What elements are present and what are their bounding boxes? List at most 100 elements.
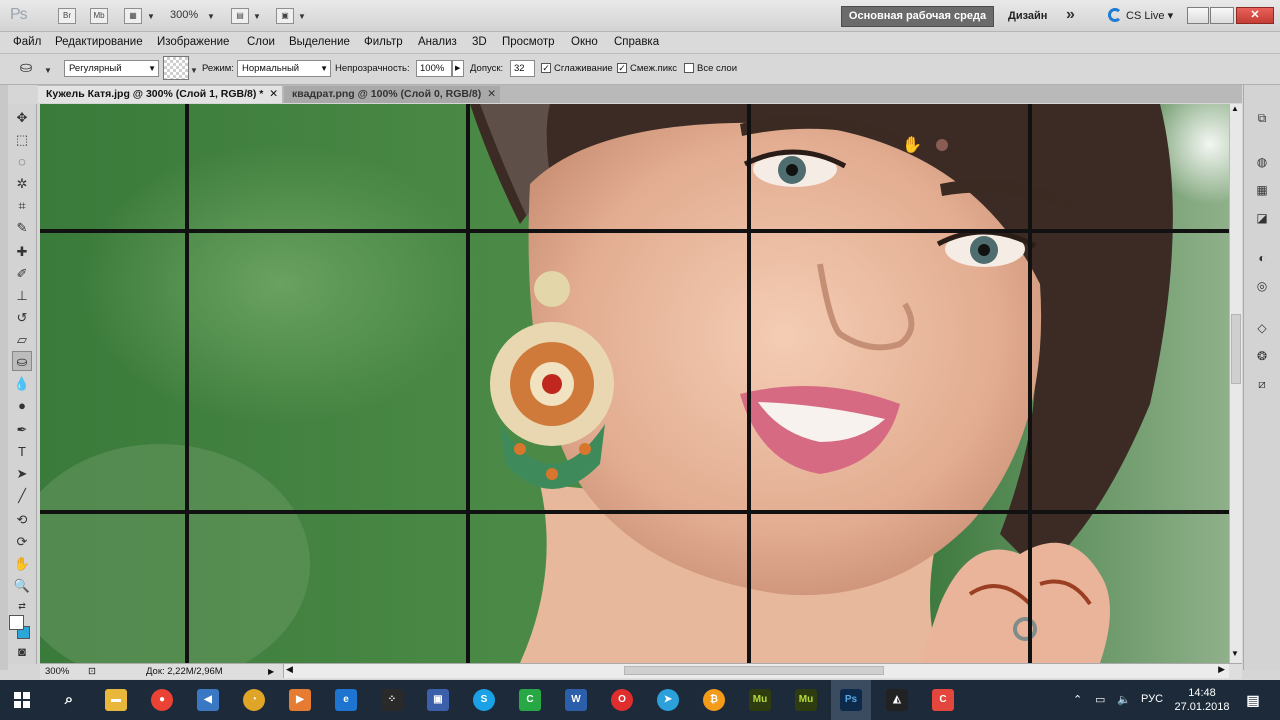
menu-view[interactable]: Просмотр [502,36,555,48]
word-icon[interactable]: W [565,689,587,711]
app-icon-audio[interactable]: ◀ [197,689,219,711]
menu-edit[interactable]: Редактирование [55,36,143,48]
maximize-button[interactable] [1210,7,1234,24]
windows-start-icon[interactable] [14,692,30,708]
menu-window[interactable]: Окно [571,36,598,48]
app-icon-green[interactable]: C [519,689,541,711]
menu-help[interactable]: Справка [614,36,659,48]
pattern-swatch[interactable] [163,56,189,80]
tab-document-active[interactable]: Кужель Катя.jpg @ 300% (Слой 1, RGB/8) *… [38,86,282,103]
muse-icon-2[interactable]: Mu [795,689,817,711]
screen-mode-icon[interactable]: ▣ [276,8,294,24]
mode-select[interactable]: Нормальный ▼ [237,60,331,77]
app-icon-dots[interactable]: ⁘ [381,689,403,711]
bitcoin-icon[interactable]: ₿ [703,689,725,711]
chevron-down-icon[interactable]: ▼ [190,66,198,75]
file-explorer-icon[interactable]: ▬ [105,689,127,711]
eyedropper-tool-icon[interactable]: ✎ [12,218,32,238]
healing-brush-tool-icon[interactable]: ✚ [12,242,32,262]
menu-image[interactable]: Изображение [157,36,229,48]
status-menu-arrow-icon[interactable]: ▶ [268,667,274,676]
opera-icon[interactable]: O [611,689,633,711]
chevron-down-icon[interactable]: ▼ [207,12,215,21]
chevron-down-icon[interactable]: ▼ [147,12,155,21]
zoom-level[interactable]: 300% [170,9,198,21]
workspace-essentials-button[interactable]: Основная рабочая среда [841,6,994,27]
notifications-icon[interactable]: ▤ [1242,689,1264,711]
crop-tool-icon[interactable]: ⌗ [12,196,32,216]
menu-analysis[interactable]: Анализ [418,36,457,48]
vertical-scrollbar[interactable]: ▲ ▼ [1229,104,1242,663]
paths-panel-icon[interactable]: ⧄ [1253,375,1271,393]
chevron-down-icon[interactable]: ▼ [253,12,261,21]
marquee-tool-icon[interactable]: ⬚ [12,130,32,150]
clock[interactable]: 14:48 27.01.2018 [1174,686,1230,714]
swatches-panel-icon[interactable]: ▦ [1253,181,1271,199]
scroll-left-icon[interactable]: ◀ [286,664,293,675]
minimize-button[interactable] [1187,7,1209,24]
media-player-icon[interactable]: ▶ [289,689,311,711]
lasso-tool-icon[interactable]: ◌ [12,152,32,172]
adjustments-panel-icon[interactable]: ◐ [1253,249,1271,267]
extras-view-icon[interactable]: ▦ [124,8,142,24]
color-panel-icon[interactable]: ◍ [1253,153,1271,171]
cs-live-menu[interactable]: CS Live ▾ [1108,9,1173,22]
chevron-down-icon[interactable]: ▼ [44,66,52,75]
channels-panel-icon[interactable]: ❂ [1253,347,1271,365]
horizontal-scrollbar[interactable]: ◀ ▶ [283,664,1229,678]
chevron-down-icon[interactable]: ▼ [298,12,306,21]
close-tab-icon[interactable]: ✕ [269,86,278,102]
history-panel-icon[interactable]: ⧉ [1253,109,1271,127]
menu-3d[interactable]: 3D [472,36,487,48]
app-icon-pacman[interactable]: ◔ [243,689,265,711]
bridge-button[interactable]: Br [58,8,76,24]
blur-tool-icon[interactable]: 💧 [12,374,32,394]
scroll-up-icon[interactable]: ▲ [1231,104,1239,113]
app-icon-red[interactable]: C [932,689,954,711]
menu-select[interactable]: Выделение [289,36,350,48]
quick-select-tool-icon[interactable]: ✲ [12,174,32,194]
vertical-scroll-thumb[interactable] [1231,314,1241,384]
clone-stamp-tool-icon[interactable]: ⊥ [12,286,32,306]
dodge-tool-icon[interactable]: ● [12,396,32,416]
scroll-right-icon[interactable]: ▶ [1218,664,1225,675]
chrome-icon[interactable]: ● [151,689,173,711]
fill-source-select[interactable]: Регулярный ▼ [64,60,159,77]
close-tab-icon[interactable]: ✕ [487,86,496,102]
search-icon[interactable]: ⌕ [58,689,80,711]
styles-panel-icon[interactable]: ◪ [1253,209,1271,227]
3d-rotate-tool-icon[interactable]: ⟲ [12,510,32,530]
foreground-color-swatch[interactable] [9,615,24,630]
horizontal-scroll-thumb[interactable] [624,666,884,675]
swap-colors-icon[interactable]: ⇄ [12,596,32,616]
hand-tool-icon[interactable]: ✋ [12,554,32,574]
zoom-tool-icon[interactable]: 🔍 [12,576,32,596]
battery-icon[interactable]: ▭ [1095,693,1105,706]
eraser-tool-icon[interactable]: ▱ [12,330,32,350]
photos-icon[interactable]: ◭ [886,689,908,711]
opacity-input[interactable]: 100% [416,60,452,77]
3d-orbit-tool-icon[interactable]: ⟳ [12,532,32,552]
more-workspaces-icon[interactable]: » [1066,6,1075,24]
app-icon-window[interactable]: ▣ [427,689,449,711]
paint-bucket-tool-icon[interactable]: ⛀ [12,351,32,371]
antialias-checkbox[interactable]: ✓ [541,63,551,73]
menu-filter[interactable]: Фильтр [364,36,403,48]
quick-mask-icon[interactable]: ◙ [12,642,32,662]
masks-panel-icon[interactable]: ◎ [1253,277,1271,295]
muse-icon[interactable]: Mu [749,689,771,711]
all-layers-checkbox[interactable] [684,63,694,73]
contiguous-checkbox[interactable]: ✓ [617,63,627,73]
pen-tool-icon[interactable]: ✒ [12,420,32,440]
path-selection-tool-icon[interactable]: ➤ [12,464,32,484]
scroll-down-icon[interactable]: ▼ [1231,649,1239,658]
type-tool-icon[interactable]: T [12,442,32,462]
mini-bridge-button[interactable]: Mb [90,8,108,24]
arrange-documents-icon[interactable]: ▤ [231,8,249,24]
brush-tool-icon[interactable]: ✐ [12,264,32,284]
line-tool-icon[interactable]: ╱ [12,486,32,506]
photoshop-taskbar-icon[interactable]: Ps [840,689,862,711]
menu-layer[interactable]: Слои [247,36,275,48]
move-tool-icon[interactable]: ✥ [12,108,32,128]
close-button[interactable]: ✕ [1236,7,1274,24]
